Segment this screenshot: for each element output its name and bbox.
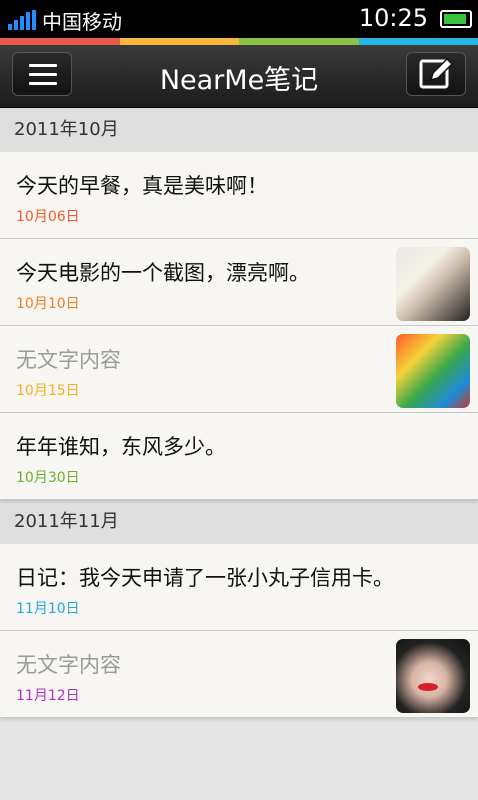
note-item[interactable]: 今天的早餐，真是美味啊！ 10月06日 <box>0 152 478 239</box>
battery-icon <box>440 10 472 28</box>
note-text: 无文字内容 <box>16 348 121 372</box>
note-text: 日记：我今天申请了一张小丸子信用卡。 <box>16 566 394 590</box>
status-bar: 中国移动 10:25 <box>0 0 478 38</box>
note-item[interactable]: 今天电影的一个截图，漂亮啊。 10月10日 <box>0 239 478 326</box>
note-thumbnail[interactable] <box>396 334 470 408</box>
note-date: 11月10日 <box>16 601 80 617</box>
note-date: 10月30日 <box>16 470 80 486</box>
edit-icon <box>419 57 454 89</box>
month-header: 2011年11月 <box>0 500 478 544</box>
note-item[interactable]: 无文字内容 10月15日 <box>0 326 478 413</box>
carrier-name: 中国移动 <box>42 10 122 34</box>
note-text: 年年谁知，东风多少。 <box>16 435 226 459</box>
notes-list: 2011年10月今天的早餐，真是美味啊！ 10月06日今天电影的一个截图，漂亮啊。… <box>0 108 478 718</box>
lips-detail <box>418 683 438 691</box>
signal-icon <box>8 10 38 30</box>
accent-strip <box>0 38 478 45</box>
note-item[interactable]: 无文字内容 11月12日 <box>0 631 478 718</box>
note-text: 今天的早餐，真是美味啊！ <box>16 174 268 198</box>
note-thumbnail[interactable] <box>396 247 470 321</box>
note-date: 11月12日 <box>16 688 80 704</box>
note-date: 10月10日 <box>16 296 80 312</box>
month-header: 2011年10月 <box>0 108 478 152</box>
note-text: 今天电影的一个截图，漂亮啊。 <box>16 261 310 285</box>
new-note-button[interactable] <box>406 52 466 96</box>
note-item[interactable]: 日记：我今天申请了一张小丸子信用卡。 11月10日 <box>0 544 478 631</box>
note-date: 10月15日 <box>16 383 80 399</box>
note-thumbnail[interactable] <box>396 639 470 713</box>
title-bar: NearMe笔记 <box>0 45 478 108</box>
note-item[interactable]: 年年谁知，东风多少。 10月30日 <box>0 413 478 500</box>
note-date: 10月06日 <box>16 209 80 225</box>
clock: 10:25 <box>358 4 428 32</box>
note-text: 无文字内容 <box>16 653 121 677</box>
